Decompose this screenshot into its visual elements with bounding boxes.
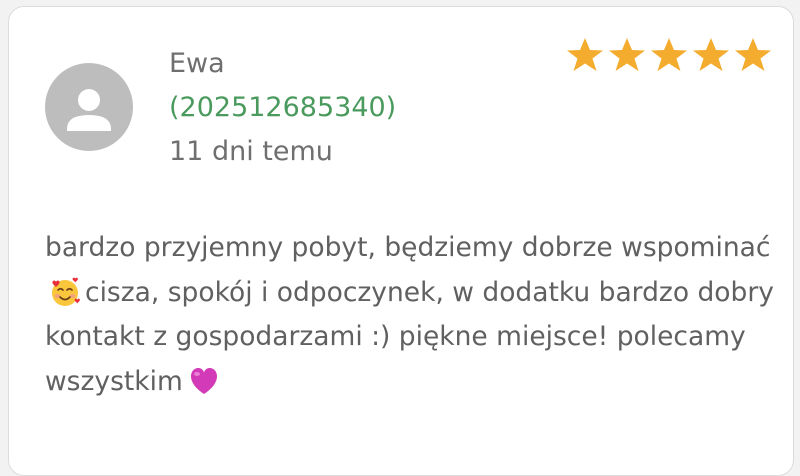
review-text-part1: bardzo przyjemny pobyt, będziemy dobrze … bbox=[45, 232, 771, 263]
reviewer-code: (202512685340) bbox=[169, 92, 397, 123]
star-icon bbox=[693, 38, 729, 71]
smiling-face-with-hearts-icon bbox=[49, 276, 81, 308]
star-rating bbox=[565, 35, 773, 75]
star-icon bbox=[651, 38, 687, 71]
star-icon bbox=[609, 38, 645, 71]
star-icon bbox=[735, 38, 771, 71]
review-time: 11 dni temu bbox=[169, 136, 333, 167]
purple-heart-icon bbox=[187, 365, 221, 397]
review-text: bardzo przyjemny pobyt, będziemy dobrze … bbox=[45, 226, 785, 404]
review-text-part2: cisza, spokój i odpoczynek, w dodatku ba… bbox=[45, 276, 774, 397]
review-card: Ewa (202512685340) 11 dni temu bardzo pr… bbox=[8, 6, 794, 476]
reviewer-name: Ewa bbox=[169, 48, 225, 79]
avatar bbox=[45, 63, 133, 151]
star-icon bbox=[567, 38, 603, 71]
user-icon bbox=[67, 89, 111, 131]
